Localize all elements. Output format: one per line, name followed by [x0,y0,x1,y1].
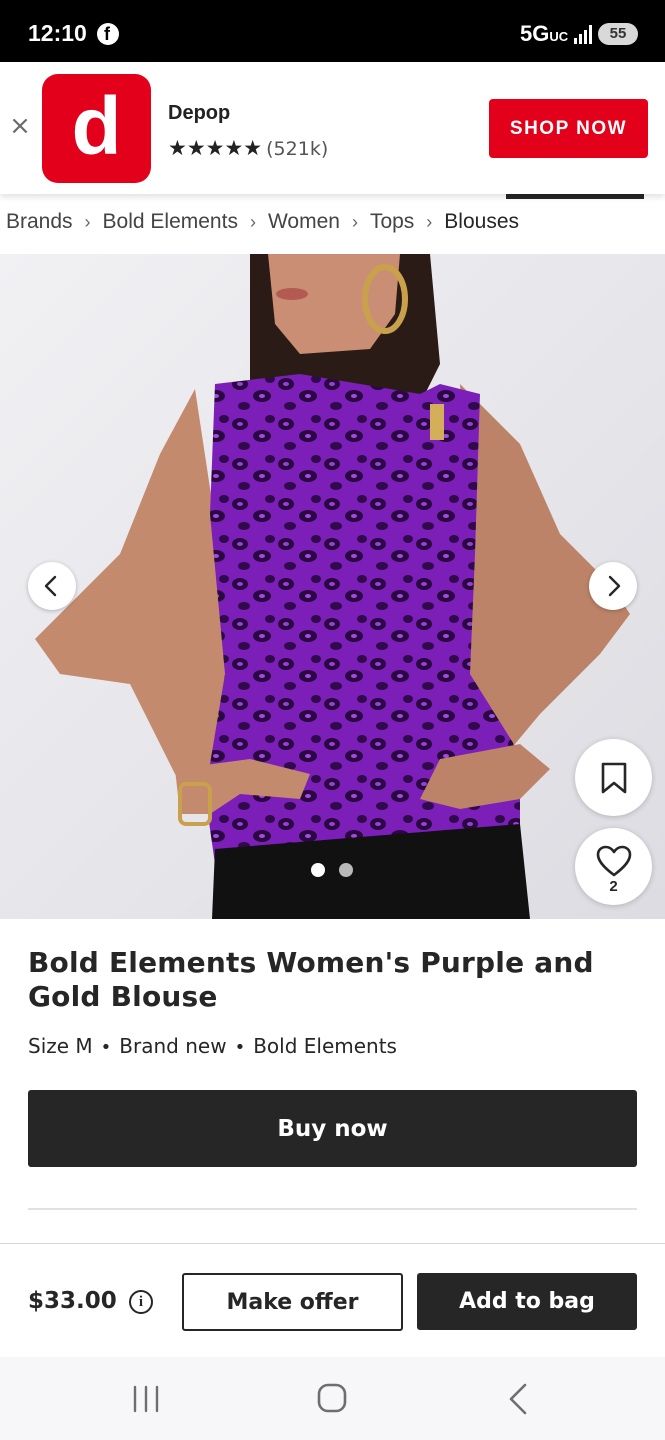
section-divider [28,1208,637,1210]
chevron-left-icon [44,575,57,597]
product-title: Bold Elements Women's Purple and Gold Bl… [28,946,594,1013]
add-to-bag-button[interactable]: Add to bag [417,1273,637,1330]
like-button[interactable]: 2 [575,828,652,905]
breadcrumb-brands[interactable]: Brands [6,210,73,233]
network-indicator: 5GUC [520,21,569,46]
attribute-separator: • [234,1037,246,1058]
breadcrumb-separator: › [84,212,91,232]
product-brand-link[interactable]: Bold Elements [253,1034,397,1058]
app-install-banner: × d Depop ★★★★★ (521k) SHOP NOW [0,62,665,194]
price: $33.00 [28,1288,117,1314]
like-count: 2 [609,878,618,895]
breadcrumb-tops[interactable]: Tops [370,210,414,233]
heart-icon [596,845,632,877]
depop-logo[interactable]: d [42,74,151,183]
breadcrumb: Brands › Bold Elements › Women › Tops › Blouses [6,208,519,242]
breadcrumb-separator: › [249,212,256,232]
clock: 12:10 [28,20,87,46]
save-button[interactable] [575,739,652,816]
rating-count: (521k) [266,138,329,160]
back-icon[interactable] [498,1381,538,1417]
pagination-dot[interactable] [339,863,353,877]
image-pagination [311,863,355,877]
signal-strength-icon [574,24,594,44]
breadcrumb-bold-elements[interactable]: Bold Elements [103,210,238,233]
pagination-dot-active[interactable] [311,863,325,877]
info-icon[interactable]: i [129,1290,153,1314]
bookmark-icon [601,762,627,794]
attribute-separator: • [100,1037,112,1058]
buy-now-button[interactable]: Buy now [28,1090,637,1167]
product-attributes: Size M • Brand new • Bold Elements [28,1034,397,1058]
chevron-right-icon [608,575,621,597]
product-photo [0,254,665,919]
breadcrumb-separator: › [426,212,433,232]
banner-app-name: Depop [168,102,231,124]
breadcrumb-separator: › [351,212,358,232]
product-image-gallery[interactable]: 2 [0,254,665,919]
make-offer-button[interactable]: Make offer [182,1273,403,1331]
home-icon[interactable] [312,1381,352,1417]
banner-rating: ★★★★★ (521k) [168,136,328,160]
next-image-button[interactable] [589,562,637,610]
system-navigation-bar [0,1357,665,1440]
breadcrumb-women[interactable]: Women [268,210,340,233]
battery-indicator: 55 [598,23,638,45]
purchase-bar: $33.00 i Make offer Add to bag [0,1243,665,1357]
facebook-notification-icon: f [97,23,119,45]
breadcrumb-blouses[interactable]: Blouses [444,210,519,233]
previous-image-button[interactable] [28,562,76,610]
product-condition: Brand new [119,1034,227,1058]
recent-apps-icon[interactable] [126,1381,166,1417]
star-rating-icon: ★★★★★ [168,136,263,160]
shop-now-button[interactable]: SHOP NOW [489,99,648,158]
product-size: Size M [28,1034,93,1058]
close-banner-icon[interactable]: × [8,113,32,139]
status-bar: 12:10 f 5GUC 55 [0,0,665,62]
